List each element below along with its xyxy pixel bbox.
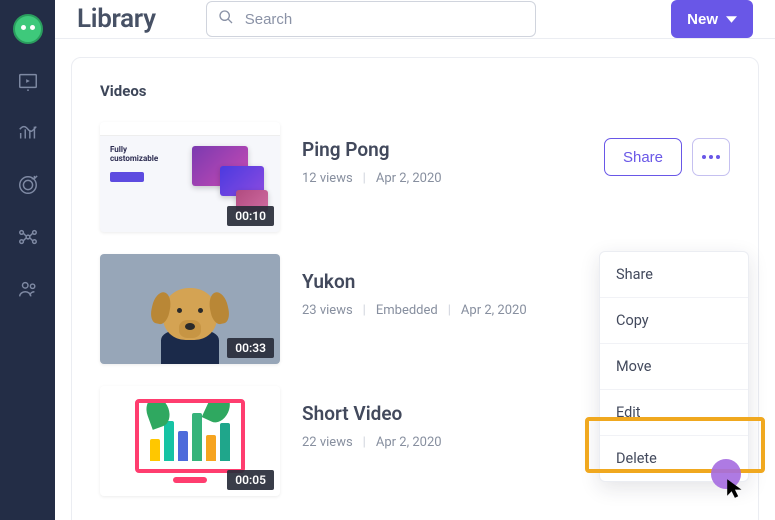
video-title[interactable]: Short Video xyxy=(302,402,442,425)
nav-analytics-icon[interactable] xyxy=(13,118,43,148)
nav-target-icon[interactable] xyxy=(13,170,43,200)
page-title: Library xyxy=(77,4,156,34)
new-button[interactable]: New xyxy=(671,0,753,38)
sidebar xyxy=(0,0,55,520)
menu-item-delete[interactable]: Delete xyxy=(600,436,748,481)
nav-network-icon[interactable] xyxy=(13,222,43,252)
video-meta: 12 views | Apr 2, 2020 xyxy=(302,171,442,186)
video-title[interactable]: Yukon xyxy=(302,270,527,293)
menu-item-edit[interactable]: Edit xyxy=(600,390,748,436)
menu-item-share[interactable]: Share xyxy=(600,252,748,298)
search-icon xyxy=(218,9,234,29)
more-button[interactable] xyxy=(692,138,730,176)
chevron-down-icon xyxy=(726,14,737,25)
section-title: Videos xyxy=(100,82,730,100)
dots-icon xyxy=(702,155,720,159)
video-duration: 00:05 xyxy=(227,470,274,490)
video-row[interactable]: Fullycustomizable 00:10 Ping Pong 12 vie… xyxy=(100,122,730,232)
topbar: Library New xyxy=(55,0,775,39)
video-thumbnail[interactable]: Fullycustomizable 00:10 xyxy=(100,122,280,232)
menu-item-copy[interactable]: Copy xyxy=(600,298,748,344)
nav-people-icon[interactable] xyxy=(13,274,43,304)
search-input[interactable] xyxy=(206,1,536,37)
video-duration: 00:33 xyxy=(227,338,274,358)
video-meta: 23 views | Embedded | Apr 2, 2020 xyxy=(302,303,527,318)
video-title[interactable]: Ping Pong xyxy=(302,138,442,161)
context-menu: Share Copy Move Edit Delete xyxy=(599,251,749,482)
video-thumbnail[interactable]: 00:33 xyxy=(100,254,280,364)
app-logo xyxy=(13,14,43,44)
share-button[interactable]: Share xyxy=(604,138,682,176)
nav-library-icon[interactable] xyxy=(13,66,43,96)
new-button-label: New xyxy=(687,11,718,28)
video-duration: 00:10 xyxy=(227,206,274,226)
menu-item-move[interactable]: Move xyxy=(600,344,748,390)
video-thumbnail[interactable]: 00:05 xyxy=(100,386,280,496)
video-meta: 22 views | Apr 2, 2020 xyxy=(302,435,442,450)
